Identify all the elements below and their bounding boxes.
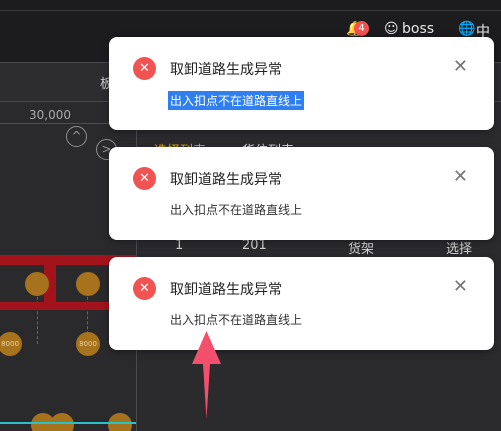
toast-title: 取卸道路生成异常 — [170, 172, 282, 188]
toast-message: 出入扣点不在道路直线上 — [168, 91, 305, 110]
close-icon[interactable]: ✕ — [453, 167, 468, 187]
toast-title: 取卸道路生成异常 — [170, 282, 282, 298]
toast-message: 出入扣点不在道路直线上 — [170, 313, 303, 327]
map-node[interactable]: 8000 — [0, 332, 22, 356]
table-cell-index: 1 — [175, 238, 184, 253]
error-toast: ✕ 取卸道路生成异常 出入扣点不在道路直线上 ✕ — [109, 147, 494, 240]
error-toast: ✕ 取卸道路生成异常 出入扣点不在道路直线上 ✕ — [109, 37, 494, 130]
table-cell-id: 201 — [242, 238, 267, 253]
chevron-up-icon[interactable]: ^ — [66, 126, 87, 147]
close-icon[interactable]: ✕ — [453, 57, 468, 77]
top-divider — [0, 10, 501, 11]
map-node[interactable]: 8000 — [76, 332, 100, 356]
toast-title: 取卸道路生成异常 — [170, 62, 282, 78]
notification-badge: 4 — [354, 21, 369, 36]
map-node[interactable] — [25, 272, 49, 296]
error-circle-icon: ✕ — [133, 57, 156, 80]
error-circle-icon: ✕ — [133, 167, 156, 190]
map-node[interactable] — [76, 272, 100, 296]
table-cell-type: 货架 — [348, 242, 375, 257]
close-icon[interactable]: ✕ — [453, 277, 468, 297]
error-toast: ✕ 取卸道路生成异常 出入扣点不在道路直线上 ✕ — [109, 257, 494, 350]
route-line — [0, 422, 137, 424]
coordinate-label: 30,000 — [29, 108, 71, 122]
toast-message: 出入扣点不在道路直线上 — [170, 203, 303, 217]
error-circle-icon: ✕ — [133, 277, 156, 300]
annotation-arrow — [192, 331, 221, 419]
select-link[interactable]: 选择 — [446, 238, 472, 257]
